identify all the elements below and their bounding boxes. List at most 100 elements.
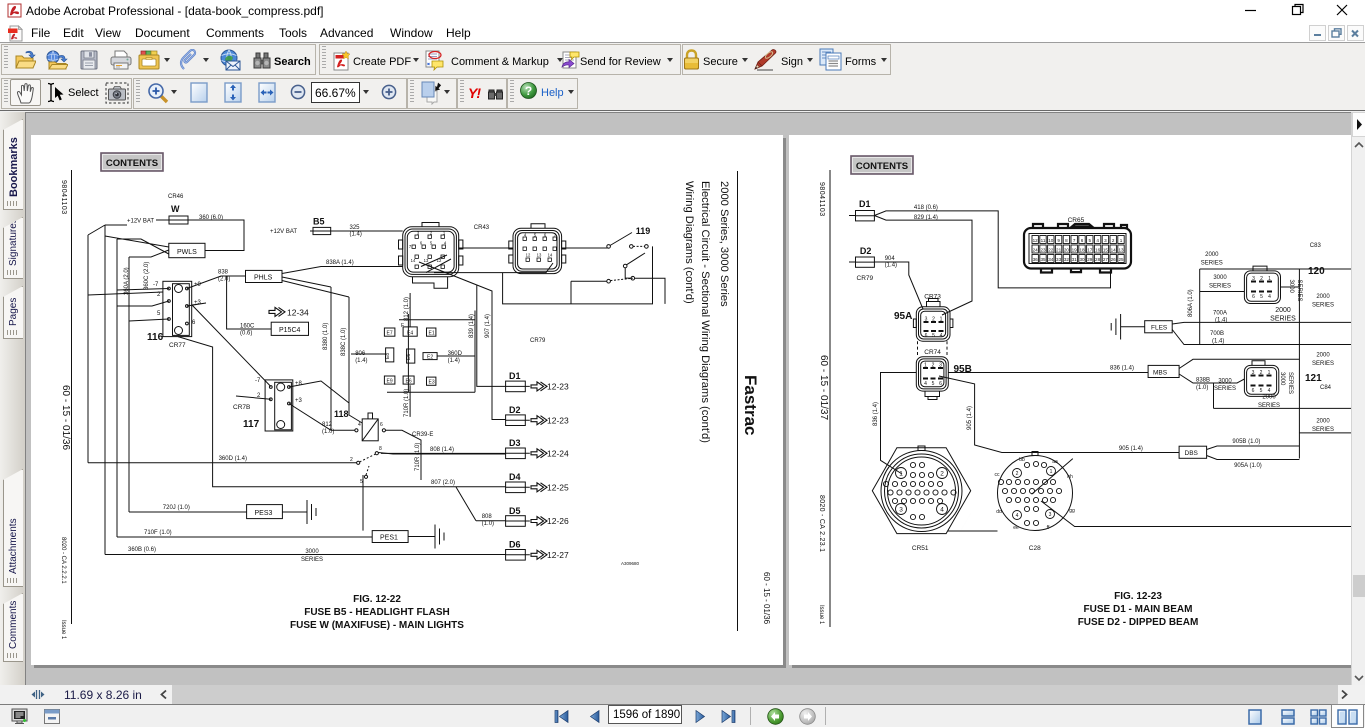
svg-text:8020 - CA 2.23.1: 8020 - CA 2.23.1	[818, 495, 825, 552]
svg-text:CR46: CR46	[168, 194, 184, 200]
svg-text:807 (2.0): 807 (2.0)	[431, 480, 455, 486]
svg-text:FUSE W (MAXIFUSE) - MAIN LIGHT: FUSE W (MAXIFUSE) - MAIN LIGHTS	[290, 620, 464, 631]
svg-text:710R (1.0): 710R (1.0)	[415, 443, 421, 471]
svg-text:839 (1.4): 839 (1.4)	[469, 314, 475, 338]
svg-text:11: 11	[1041, 238, 1046, 243]
svg-text:+9: +9	[194, 282, 202, 288]
svg-text:(1.4): (1.4)	[1212, 338, 1224, 344]
svg-text:2: 2	[932, 317, 935, 323]
svg-text:E4: E4	[407, 331, 413, 337]
svg-text:D1: D1	[859, 199, 871, 209]
svg-text:5: 5	[932, 333, 935, 339]
svg-text:aa: aa	[1052, 459, 1058, 465]
svg-text:120: 120	[1308, 266, 1325, 277]
svg-text:+3: +3	[295, 398, 303, 404]
svg-text:838A (1.4): 838A (1.4)	[326, 260, 354, 266]
svg-text:12: 12	[1033, 238, 1039, 243]
svg-text:360B (0.6): 360B (0.6)	[128, 547, 156, 553]
svg-text:SERIES: SERIES	[1312, 427, 1334, 433]
svg-text:360D: 360D	[448, 351, 463, 357]
svg-text:gg: gg	[1069, 508, 1075, 514]
svg-text:Electrical Circuit - Sectional: Electrical Circuit - Sectional Wiring Di…	[699, 181, 711, 443]
svg-text:SERIES: SERIES	[1287, 372, 1293, 394]
svg-text:904: 904	[885, 256, 896, 262]
svg-text:60 - 15 - 01/36: 60 - 15 - 01/36	[60, 385, 71, 450]
svg-text:CR43: CR43	[474, 225, 490, 231]
svg-text:+12V BAT: +12V BAT	[127, 219, 154, 225]
svg-text:22: 22	[1048, 248, 1054, 253]
svg-text:D6: D6	[509, 540, 521, 550]
svg-text:116: 116	[147, 332, 164, 343]
svg-text:838C (1.0): 838C (1.0)	[341, 328, 347, 356]
svg-text:CR74: CR74	[924, 349, 941, 356]
svg-text:SERIES: SERIES	[301, 557, 323, 563]
svg-text:P15C4: P15C4	[279, 327, 301, 334]
svg-text:(1.4): (1.4)	[448, 358, 460, 364]
svg-text:dd: dd	[996, 509, 1002, 515]
svg-text:(1.0): (1.0)	[482, 521, 494, 527]
svg-text:(2.0): (2.0)	[218, 277, 230, 283]
svg-text:bb: bb	[1019, 457, 1025, 463]
svg-text:SERIES: SERIES	[1258, 403, 1280, 409]
svg-text:(1.0): (1.0)	[322, 429, 334, 435]
svg-text:808: 808	[482, 514, 493, 520]
svg-text:3000: 3000	[305, 549, 319, 555]
svg-text:D5: D5	[509, 506, 521, 516]
svg-text:2: 2	[157, 292, 161, 298]
svg-text:26: 26	[1111, 257, 1117, 262]
svg-text:7: 7	[409, 244, 412, 249]
svg-text:10: 10	[1048, 238, 1054, 243]
svg-text:98041103: 98041103	[818, 182, 825, 217]
svg-text:SERIES: SERIES	[1270, 315, 1296, 322]
svg-text:F: F	[401, 323, 404, 329]
svg-text:CR77: CR77	[169, 342, 186, 349]
svg-text:6: 6	[1081, 238, 1084, 243]
svg-text:808 (1.4): 808 (1.4)	[430, 447, 454, 453]
svg-text:3000: 3000	[1218, 379, 1232, 385]
svg-text:8: 8	[1065, 238, 1068, 243]
svg-text:710F (1.0): 710F (1.0)	[144, 530, 172, 536]
svg-text:806: 806	[355, 351, 366, 357]
svg-text:360D (1.4): 360D (1.4)	[219, 456, 247, 462]
svg-text:18: 18	[1079, 248, 1085, 253]
svg-text:31: 31	[1072, 257, 1078, 262]
svg-text:2000: 2000	[1316, 353, 1330, 359]
svg-text:13: 13	[537, 253, 542, 258]
svg-text:3000: 3000	[1213, 275, 1227, 281]
svg-text:ee: ee	[1013, 525, 1019, 531]
svg-text:FIG. 12-23: FIG. 12-23	[1114, 591, 1162, 602]
svg-text:15: 15	[1103, 248, 1109, 253]
svg-text:4: 4	[1096, 238, 1099, 243]
svg-text:CR79: CR79	[857, 275, 874, 282]
svg-text:PWLS: PWLS	[177, 249, 197, 256]
svg-text:7: 7	[1073, 238, 1076, 243]
svg-text:CR73: CR73	[924, 294, 941, 301]
svg-text:905B (1.0): 905B (1.0)	[1232, 439, 1260, 445]
svg-text:12-26: 12-26	[547, 516, 569, 526]
svg-text:A309680: A309680	[621, 561, 640, 566]
svg-text:12-23: 12-23	[547, 382, 569, 392]
svg-text:C84: C84	[1320, 385, 1332, 391]
svg-text:3000: 3000	[1288, 280, 1294, 294]
svg-text:700B: 700B	[1210, 331, 1224, 337]
svg-text:1: 1	[940, 317, 943, 323]
svg-text:CR7B: CR7B	[233, 404, 250, 411]
svg-text:30: 30	[1079, 257, 1085, 262]
svg-text:Wiring Diagrams (cont'd): Wiring Diagrams (cont'd)	[683, 181, 695, 304]
svg-text:907 (1.4): 907 (1.4)	[485, 314, 491, 338]
svg-text:PES1: PES1	[380, 535, 398, 542]
svg-text:13: 13	[424, 258, 429, 263]
svg-text:60 - 15 - 01/36: 60 - 15 - 01/36	[762, 572, 771, 625]
svg-text:14: 14	[1111, 248, 1117, 253]
svg-text:B5: B5	[313, 217, 325, 227]
svg-text:836 (1.4): 836 (1.4)	[1110, 366, 1134, 372]
svg-text:3: 3	[1049, 512, 1052, 518]
svg-text:27: 27	[1103, 257, 1109, 262]
svg-text:3: 3	[1252, 276, 1255, 282]
svg-text:(1.4): (1.4)	[885, 263, 897, 269]
svg-text:4: 4	[1268, 388, 1271, 394]
svg-text:1: 1	[924, 363, 927, 369]
svg-text:121: 121	[1305, 373, 1322, 384]
svg-text:12: 12	[437, 258, 442, 263]
svg-text:C28: C28	[1029, 545, 1041, 552]
